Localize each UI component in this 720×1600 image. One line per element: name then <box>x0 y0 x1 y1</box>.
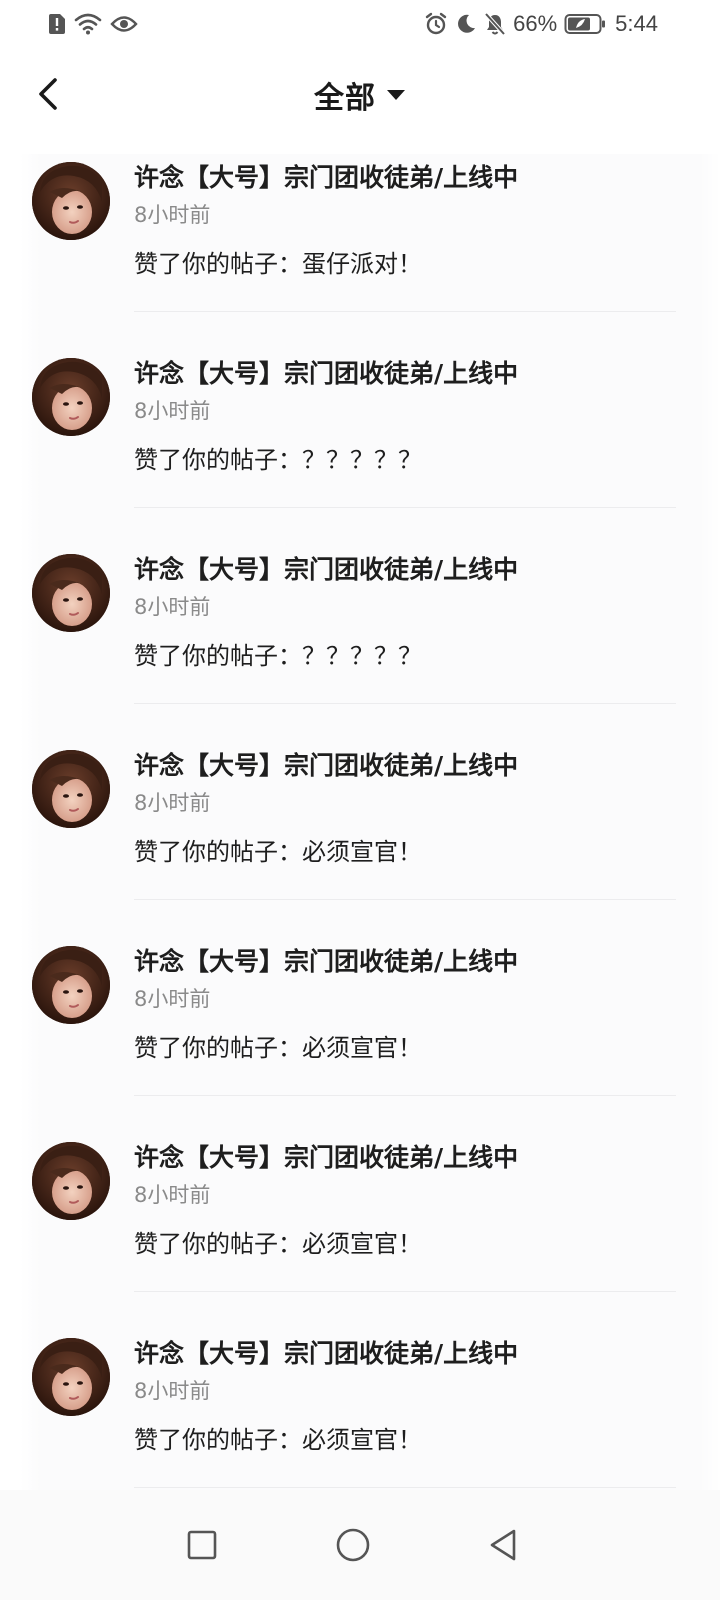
header: 全部 <box>0 56 720 136</box>
username[interactable]: 许念【大号】宗门团收徒弟/上线中 <box>134 356 674 392</box>
timestamp: 8小时前 <box>134 1379 211 1403</box>
action-text[interactable]: 赞了你的帖子：蛋仔派对！ <box>134 246 674 282</box>
avatar[interactable] <box>32 554 110 632</box>
divider <box>134 1095 676 1096</box>
notification-item-2[interactable]: 许念【大号】宗门团收徒弟/上线中 8小时前 赞了你的帖子：？？？？？ <box>0 350 720 546</box>
filter-dropdown[interactable]: 全部 <box>314 70 406 120</box>
divider <box>134 311 676 312</box>
username[interactable]: 许念【大号】宗门团收徒弟/上线中 <box>134 552 674 588</box>
home-circle-icon <box>336 1528 370 1562</box>
divider <box>134 899 676 900</box>
divider <box>134 1487 676 1488</box>
clock-time: 5:44 <box>615 11 658 36</box>
action-text[interactable]: 赞了你的帖子：必须宣官！ <box>134 1422 674 1458</box>
action-text[interactable]: 赞了你的帖子：？？？？？ <box>134 442 674 478</box>
notification-item-1[interactable]: 许念【大号】宗门团收徒弟/上线中 8小时前 赞了你的帖子：蛋仔派对！ <box>0 154 720 350</box>
back-triangle-icon <box>490 1529 516 1561</box>
avatar[interactable] <box>32 1142 110 1220</box>
status-right-icons: 66% 5:44 <box>424 10 658 38</box>
notification-item-4[interactable]: 许念【大号】宗门团收徒弟/上线中 8小时前 赞了你的帖子：必须宣官！ <box>0 742 720 938</box>
battery-icon <box>564 13 606 35</box>
action-text[interactable]: 赞了你的帖子：必须宣官！ <box>134 1030 674 1066</box>
notification-list[interactable]: 许念【大号】宗门团收徒弟/上线中 8小时前 赞了你的帖子：蛋仔派对！ 许念【大号… <box>0 154 720 1490</box>
item-content: 许念【大号】宗门团收徒弟/上线中 8小时前 赞了你的帖子：必须宣官！ <box>134 1336 674 1458</box>
divider <box>134 507 676 508</box>
timestamp: 8小时前 <box>134 595 211 619</box>
alarm-icon <box>424 12 448 36</box>
avatar[interactable] <box>32 358 110 436</box>
divider <box>134 703 676 704</box>
action-text[interactable]: 赞了你的帖子：必须宣官！ <box>134 1226 674 1262</box>
item-content: 许念【大号】宗门团收徒弟/上线中 8小时前 赞了你的帖子：？？？？？ <box>134 552 674 674</box>
back-button[interactable] <box>26 72 70 116</box>
eye-icon <box>110 14 138 34</box>
timestamp: 8小时前 <box>134 203 211 227</box>
username[interactable]: 许念【大号】宗门团收徒弟/上线中 <box>134 1336 674 1372</box>
action-text[interactable]: 赞了你的帖子：必须宣官！ <box>134 834 674 870</box>
item-content: 许念【大号】宗门团收徒弟/上线中 8小时前 赞了你的帖子：蛋仔派对！ <box>134 160 674 282</box>
item-content: 许念【大号】宗门团收徒弟/上线中 8小时前 赞了你的帖子：？？？？？ <box>134 356 674 478</box>
avatar[interactable] <box>32 946 110 1024</box>
avatar[interactable] <box>32 1338 110 1416</box>
nav-back-button[interactable] <box>478 1520 528 1570</box>
bell-off-icon <box>484 12 506 36</box>
username[interactable]: 许念【大号】宗门团收徒弟/上线中 <box>134 1140 674 1176</box>
recents-square-icon <box>187 1530 217 1560</box>
battery-percent: 66% <box>513 11 558 36</box>
status-bar: 66% 5:44 <box>0 0 720 48</box>
timestamp: 8小时前 <box>134 399 211 423</box>
username[interactable]: 许念【大号】宗门团收徒弟/上线中 <box>134 748 674 784</box>
system-nav-bar <box>0 1490 720 1600</box>
chevron-left-icon <box>39 78 57 110</box>
status-left-icons <box>48 10 138 38</box>
alert-icon <box>48 13 66 35</box>
wifi-icon <box>74 13 102 35</box>
notification-item-7[interactable]: 许念【大号】宗门团收徒弟/上线中 8小时前 赞了你的帖子：必须宣官！ <box>0 1330 720 1490</box>
timestamp: 8小时前 <box>134 1183 211 1207</box>
home-button[interactable] <box>328 1520 378 1570</box>
page-title: 全部 <box>314 81 376 116</box>
avatar[interactable] <box>32 750 110 828</box>
avatar[interactable] <box>32 162 110 240</box>
item-content: 许念【大号】宗门团收徒弟/上线中 8小时前 赞了你的帖子：必须宣官！ <box>134 748 674 870</box>
divider <box>134 1291 676 1292</box>
notification-item-3[interactable]: 许念【大号】宗门团收徒弟/上线中 8小时前 赞了你的帖子：？？？？？ <box>0 546 720 742</box>
item-content: 许念【大号】宗门团收徒弟/上线中 8小时前 赞了你的帖子：必须宣官！ <box>134 1140 674 1262</box>
notification-item-5[interactable]: 许念【大号】宗门团收徒弟/上线中 8小时前 赞了你的帖子：必须宣官！ <box>0 938 720 1134</box>
timestamp: 8小时前 <box>134 987 211 1011</box>
notification-item-6[interactable]: 许念【大号】宗门团收徒弟/上线中 8小时前 赞了你的帖子：必须宣官！ <box>0 1134 720 1330</box>
action-text[interactable]: 赞了你的帖子：？？？？？ <box>134 638 674 674</box>
recents-button[interactable] <box>177 1520 227 1570</box>
item-content: 许念【大号】宗门团收徒弟/上线中 8小时前 赞了你的帖子：必须宣官！ <box>134 944 674 1066</box>
moon-icon <box>455 13 477 35</box>
timestamp: 8小时前 <box>134 791 211 815</box>
username[interactable]: 许念【大号】宗门团收徒弟/上线中 <box>134 160 674 196</box>
caret-down-icon <box>387 90 405 100</box>
username[interactable]: 许念【大号】宗门团收徒弟/上线中 <box>134 944 674 980</box>
